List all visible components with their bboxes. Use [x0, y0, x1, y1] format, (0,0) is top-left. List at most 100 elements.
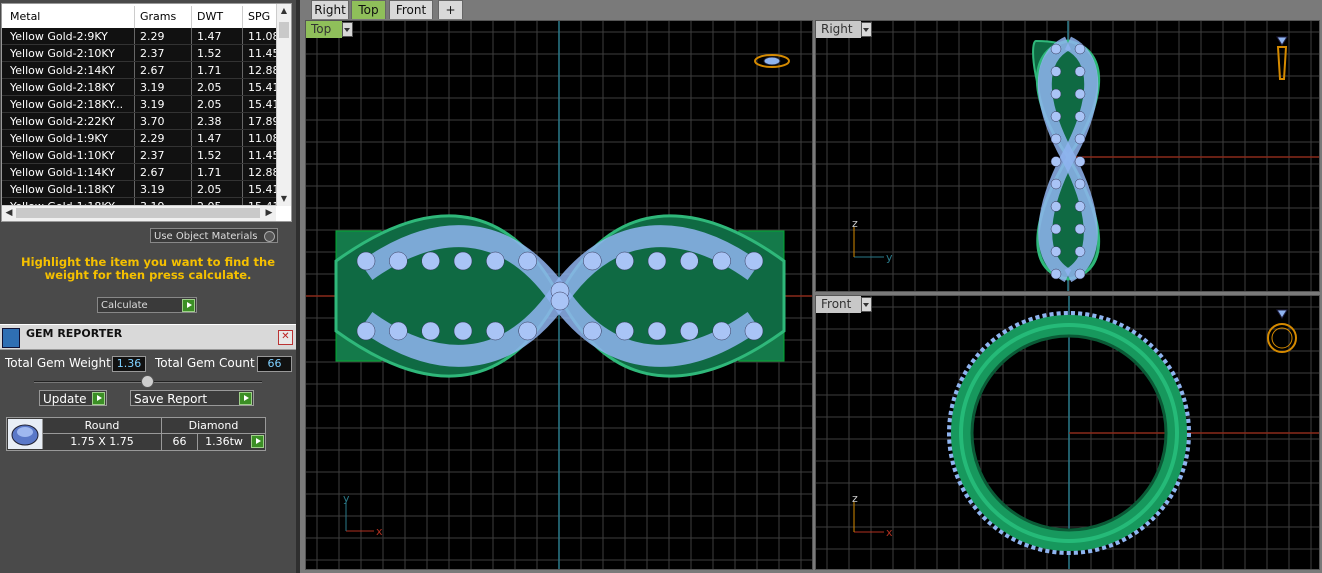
gem-size: 1.75 X 1.75	[70, 435, 134, 448]
play-icon[interactable]	[251, 435, 264, 448]
viewport-right[interactable]: y z Right	[815, 20, 1320, 292]
tab-right[interactable]: Right	[311, 0, 349, 19]
total-gem-count-label: Total Gem Count	[155, 356, 255, 370]
table-horizontal-scrollbar[interactable]: ◀ ▶	[2, 205, 276, 221]
table-row[interactable]: Yellow Gold-1:9KY 2.29 1.47 11.08	[2, 130, 276, 147]
axis-x-label: x	[886, 526, 893, 539]
calculate-label: Calculate	[101, 300, 148, 311]
front-view-canvas[interactable]: x z	[816, 296, 1320, 570]
table-cell: 2.29	[140, 132, 165, 145]
calculate-button[interactable]: Calculate	[97, 297, 197, 313]
use-object-materials-label: Use Object Materials	[154, 231, 258, 242]
table-row[interactable]: Yellow Gold-2:9KY 2.29 1.47 11.08	[2, 28, 276, 45]
viewport-top[interactable]: x y Top	[305, 20, 813, 570]
gem-reporter-header: GEM REPORTER ✕	[0, 324, 296, 350]
table-cell: 17.89	[248, 115, 276, 128]
table-vertical-scrollbar[interactable]: ▲ ▼	[276, 4, 291, 206]
ring-top-model	[334, 214, 786, 378]
gem-weight: 1.36tw	[205, 435, 243, 448]
ring-side-model	[1032, 36, 1101, 283]
radio-icon[interactable]	[264, 231, 275, 242]
right-view-canvas[interactable]: y z	[816, 21, 1320, 292]
table-cell: Yellow Gold-2:10KY	[10, 47, 115, 60]
table-cell: 2.67	[140, 166, 165, 179]
update-button[interactable]: Update	[39, 390, 107, 406]
table-cell: 2.05	[197, 81, 222, 94]
scroll-left-icon[interactable]: ◀	[2, 206, 16, 221]
column-header-grams[interactable]: Grams	[140, 10, 176, 23]
table-cell: Yellow Gold-2:22KY	[10, 115, 115, 128]
table-cell: Yellow Gold-2:14KY	[10, 64, 115, 77]
table-cell: Yellow Gold-1:18KY	[10, 183, 115, 196]
view-tabs: Right Top Front +	[300, 0, 1322, 20]
table-cell: 3.19	[140, 98, 165, 111]
chevron-down-icon[interactable]	[342, 22, 353, 37]
axis-x-label: x	[376, 525, 383, 538]
table-cell: 1.52	[197, 149, 222, 162]
close-icon[interactable]: ✕	[278, 330, 293, 345]
gem-list-row[interactable]: Round 1.75 X 1.75 Diamond 66 1.36tw	[6, 417, 266, 451]
play-icon[interactable]	[182, 299, 195, 312]
table-cell: 12.88	[248, 166, 276, 179]
scroll-down-icon[interactable]: ▼	[277, 192, 291, 206]
play-icon[interactable]	[239, 392, 252, 405]
add-tab-icon[interactable]: +	[438, 0, 463, 19]
table-row[interactable]: Yellow Gold-1:18KY 3.19 2.05 15.41	[2, 181, 276, 198]
table-cell: 1.71	[197, 64, 222, 77]
table-cell: 15.41	[248, 81, 276, 94]
total-gem-count-value: 66	[257, 356, 292, 372]
scroll-up-icon[interactable]: ▲	[277, 4, 291, 18]
table-cell: 2.05	[197, 183, 222, 196]
table-row[interactable]: Yellow Gold-1:14KY 2.67 1.71 12.88	[2, 164, 276, 181]
table-cell: 2.67	[140, 64, 165, 77]
table-cell: 3.19	[140, 183, 165, 196]
table-body: Yellow Gold-2:9KY2.291.4711.08Yellow Gol…	[2, 28, 276, 215]
table-cell: 1.52	[197, 47, 222, 60]
play-icon[interactable]	[92, 392, 105, 405]
chevron-down-icon[interactable]	[861, 297, 872, 312]
chevron-down-icon[interactable]	[861, 22, 872, 37]
table-row[interactable]: Yellow Gold-2:22KY 3.70 2.38 17.89	[2, 113, 276, 130]
save-report-label: Save Report	[134, 392, 208, 406]
scroll-right-icon[interactable]: ▶	[262, 206, 276, 221]
table-cell: 2.29	[140, 30, 165, 43]
column-header-metal[interactable]: Metal	[10, 10, 40, 23]
table-row[interactable]: Yellow Gold-1:10KY 2.37 1.52 11.45	[2, 147, 276, 164]
viewport-front[interactable]: x z Front	[815, 295, 1320, 570]
tab-top[interactable]: Top	[351, 0, 386, 19]
table-cell: 1.71	[197, 166, 222, 179]
axis-z-label: z	[852, 492, 858, 505]
table-row[interactable]: Yellow Gold-2:14KY 2.67 1.71 12.88	[2, 62, 276, 79]
top-view-canvas[interactable]: x y	[306, 21, 813, 570]
left-panel: Metal Grams DWT SPG Yellow Gold-2:9KY 2.2…	[0, 0, 296, 573]
table-cell: Yellow Gold-1:10KY	[10, 149, 115, 162]
table-cell: 12.88	[248, 64, 276, 77]
table-row[interactable]: Yellow Gold-2:18KY... 3.19 2.05 15.41	[2, 96, 276, 113]
save-report-button[interactable]: Save Report	[130, 390, 254, 406]
gem-stats: Total Gem Weight 1.36 Total Gem Count 66	[0, 353, 296, 373]
scroll-thumb-horizontal[interactable]	[16, 208, 260, 218]
gem-thumbnail	[8, 419, 43, 449]
column-header-dwt[interactable]: DWT	[197, 10, 223, 23]
gem-count: 66	[172, 435, 187, 448]
gem-slider-knob[interactable]	[141, 375, 154, 388]
table-row[interactable]: Yellow Gold-2:18KY 3.19 2.05 15.41	[2, 79, 276, 96]
viewport-top-label[interactable]: Top	[306, 21, 342, 38]
viewport-right-label[interactable]: Right	[816, 21, 861, 38]
axis-y-label: y	[886, 251, 893, 264]
table-cell: 11.45	[248, 149, 276, 162]
scroll-thumb[interactable]	[279, 22, 289, 38]
column-header-spg[interactable]: SPG	[248, 10, 270, 23]
tab-front[interactable]: Front	[389, 0, 433, 19]
table-cell: Yellow Gold-2:18KY	[10, 81, 115, 94]
table-cell: 2.37	[140, 149, 165, 162]
table-cell: Yellow Gold-1:9KY	[10, 132, 108, 145]
gem-reporter-icon	[2, 328, 20, 348]
table-cell: 3.70	[140, 115, 165, 128]
table-cell: Yellow Gold-2:9KY	[10, 30, 108, 43]
use-object-materials-toggle[interactable]: Use Object Materials	[150, 228, 278, 243]
gem-reporter-title: GEM REPORTER	[26, 327, 123, 340]
hint-text: Highlight the item you want to find the …	[21, 255, 275, 282]
viewport-front-label[interactable]: Front	[816, 296, 861, 313]
table-row[interactable]: Yellow Gold-2:10KY 2.37 1.52 11.45	[2, 45, 276, 62]
